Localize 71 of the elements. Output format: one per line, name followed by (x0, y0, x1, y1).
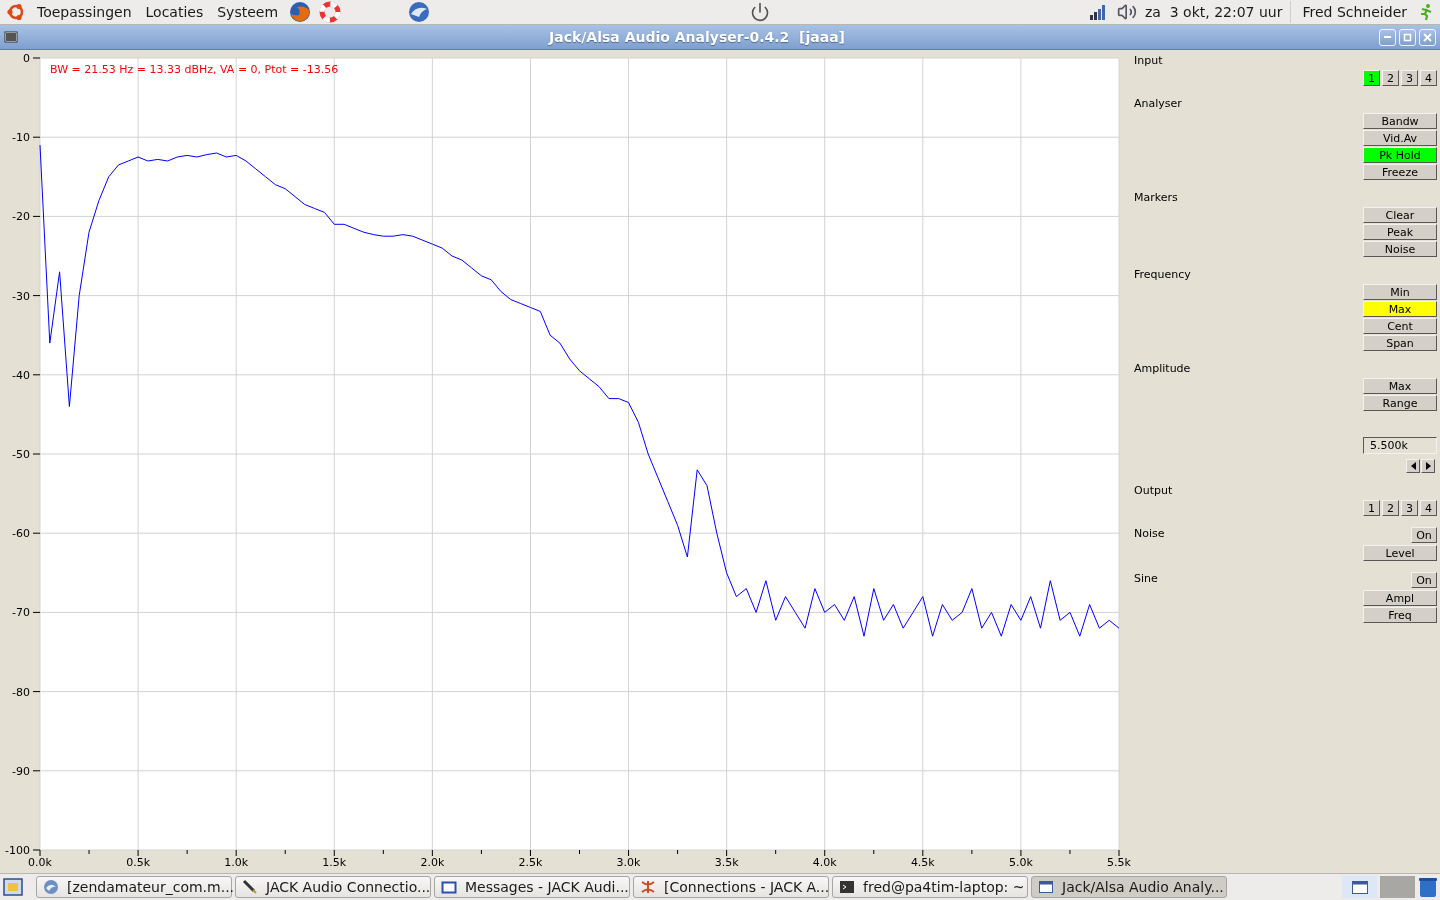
y-tick-label: -20 (12, 210, 30, 224)
x-tick-label: 2.0k (420, 856, 445, 869)
task-button[interactable]: Jack/Alsa Audio Analy... (1031, 876, 1227, 898)
x-tick-label: 0.0k (28, 856, 52, 869)
panel-button[interactable]: Vid.Av (1363, 130, 1437, 146)
task-button[interactable]: [Connections - JACK A... (633, 876, 829, 898)
panel-button[interactable]: Min (1363, 284, 1437, 300)
panel-button[interactable]: Pk Hold (1363, 147, 1437, 163)
panel-button[interactable]: Ampl (1363, 590, 1437, 606)
section-label: Output (1134, 484, 1173, 498)
x-tick-label: 0.5k (126, 856, 151, 869)
panel-button[interactable]: Max (1363, 301, 1437, 317)
panel-button[interactable]: 1 (1363, 70, 1380, 86)
y-tick-label: -60 (12, 527, 30, 541)
y-tick-label: -80 (12, 685, 30, 699)
panel-button[interactable]: 3 (1401, 70, 1418, 86)
panel-button[interactable]: Span (1363, 335, 1437, 351)
x-tick-label: 1.5k (322, 856, 347, 869)
x-tick-label: 3.0k (616, 856, 641, 869)
panel-button[interactable]: Max (1363, 378, 1437, 394)
panel-button[interactable]: Freq (1363, 607, 1437, 623)
y-tick-label: -100 (5, 844, 30, 857)
task-button[interactable]: JACK Audio Connectio... (235, 876, 431, 898)
x-tick-label: 5.5k (1107, 856, 1131, 869)
y-tick-label: -50 (12, 448, 30, 461)
panel-button[interactable]: Clear (1363, 207, 1437, 223)
panel-button[interactable]: 2 (1382, 70, 1399, 86)
panel-button[interactable]: Peak (1363, 224, 1437, 240)
task-button[interactable]: fred@pa4tim-laptop: ~ (832, 876, 1028, 898)
task-button[interactable]: [zendamateur_com.m... (36, 876, 232, 898)
panel-button[interactable]: 2 (1382, 500, 1399, 516)
y-tick-label: -70 (12, 606, 30, 620)
panel-button[interactable]: 3 (1401, 500, 1418, 516)
readout-text: BW = 21.53 Hz = 13.33 dBHz, VA = 0, Ptot = -13.56 (50, 63, 339, 76)
x-tick-label: 5.0k (1008, 856, 1033, 869)
window-title: Jack/Alsa Audio Analyser-0.4.2 [jaaa] (547, 29, 846, 45)
value-field[interactable]: 5.500k (1363, 437, 1437, 454)
section-label: Noise (1134, 527, 1165, 541)
panel-button[interactable]: Level (1363, 545, 1437, 561)
y-tick-label: -40 (12, 368, 30, 382)
x-tick-label: 4.0k (812, 856, 837, 869)
section-label: Input (1134, 54, 1163, 68)
section-label: Amplitude (1134, 362, 1191, 376)
y-tick-label: -90 (12, 764, 30, 778)
panel-menu[interactable]: Toepassingen (34, 4, 135, 20)
toggle-button[interactable]: On (1411, 527, 1437, 543)
section-label: Frequency (1134, 268, 1191, 282)
x-tick-label: 2.5k (518, 856, 543, 869)
panel-button[interactable]: 4 (1420, 500, 1437, 516)
task-button[interactable]: Messages - JACK Audi... (434, 876, 630, 898)
x-tick-label: 1.0k (224, 856, 249, 869)
clock-text[interactable]: za 3 okt, 22:07 uur (1144, 4, 1283, 20)
x-tick-label: 3.5k (714, 856, 739, 869)
panel-button[interactable]: Range (1363, 395, 1437, 411)
panel-button[interactable]: Cent (1363, 318, 1437, 334)
panel-menu[interactable]: Systeem (214, 4, 282, 20)
y-tick-label: -30 (12, 289, 30, 303)
toggle-button[interactable]: On (1411, 572, 1437, 588)
panel-button[interactable]: 1 (1363, 500, 1380, 516)
section-label: Analyser (1134, 97, 1182, 111)
panel-button[interactable]: Noise (1363, 241, 1437, 257)
panel-menu[interactable]: Locaties (142, 4, 207, 20)
section-label: Markers (1134, 191, 1178, 205)
panel-button[interactable]: Freeze (1363, 164, 1437, 180)
y-tick-label: 0 (23, 52, 30, 65)
y-tick-label: -10 (12, 131, 30, 145)
panel-button[interactable]: 4 (1420, 70, 1437, 86)
section-label: Sine (1134, 572, 1158, 586)
x-tick-label: 4.5k (910, 856, 935, 869)
user-name[interactable]: Fred Schneider (1299, 4, 1410, 20)
panel-button[interactable]: Bandw (1363, 113, 1437, 129)
